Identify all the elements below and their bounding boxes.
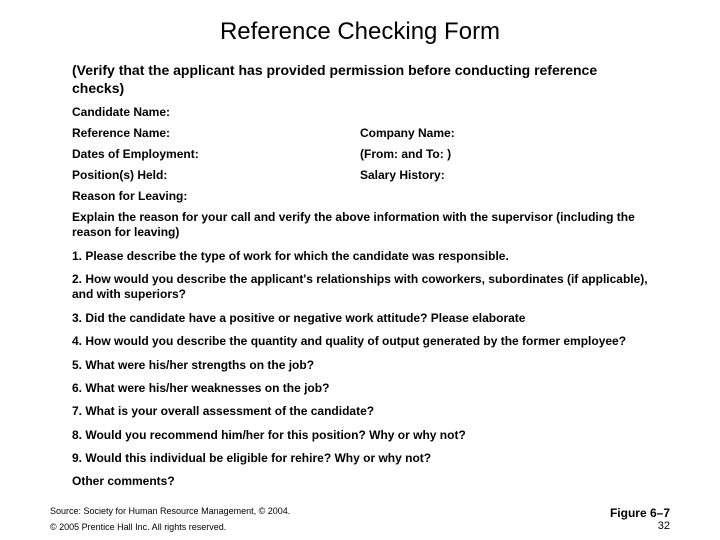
question-7: 7. What is your overall assessment of th…: [72, 404, 648, 419]
figure-label: Figure 6–7: [610, 506, 670, 520]
question-9: 9. Would this individual be eligible for…: [72, 451, 648, 466]
lead-text: Explain the reason for your call and ver…: [72, 210, 648, 241]
footer: Source: Society for Human Resource Manag…: [50, 506, 670, 532]
field-row: Dates of Employment: (From: and To: ): [72, 147, 648, 161]
field-dates: Dates of Employment:: [72, 147, 360, 161]
field-reference: Reference Name:: [72, 126, 360, 140]
field-reason: Reason for Leaving:: [72, 189, 648, 203]
other-comments: Other comments?: [72, 474, 648, 489]
copyright-text: © 2005 Prentice Hall Inc. All rights res…: [50, 522, 670, 532]
question-3: 3. Did the candidate have a positive or …: [72, 311, 648, 326]
question-6: 6. What were his/her weaknesses on the j…: [72, 381, 648, 396]
question-5: 5. What were his/her strengths on the jo…: [72, 358, 648, 373]
question-4: 4. How would you describe the quantity a…: [72, 334, 648, 349]
question-1: 1. Please describe the type of work for …: [72, 249, 648, 264]
slide: Reference Checking Form (Verify that the…: [0, 0, 720, 540]
field-row: Reference Name: Company Name:: [72, 126, 648, 140]
field-row: Position(s) Held: Salary History:: [72, 168, 648, 182]
source-text: Source: Society for Human Resource Manag…: [50, 506, 670, 516]
field-company: Company Name:: [360, 126, 648, 140]
field-positions: Position(s) Held:: [72, 168, 360, 182]
page-title: Reference Checking Form: [50, 18, 670, 46]
field-candidate: Candidate Name:: [72, 105, 648, 119]
page-number: 32: [658, 520, 670, 532]
question-2: 2. How would you describe the applicant'…: [72, 272, 648, 303]
field-salary: Salary History:: [360, 168, 648, 182]
field-fromto: (From: and To: ): [360, 147, 648, 161]
question-8: 8. Would you recommend him/her for this …: [72, 428, 648, 443]
instruction-text: (Verify that the applicant has provided …: [72, 62, 648, 97]
fields-block: Candidate Name: Reference Name: Company …: [72, 105, 648, 203]
